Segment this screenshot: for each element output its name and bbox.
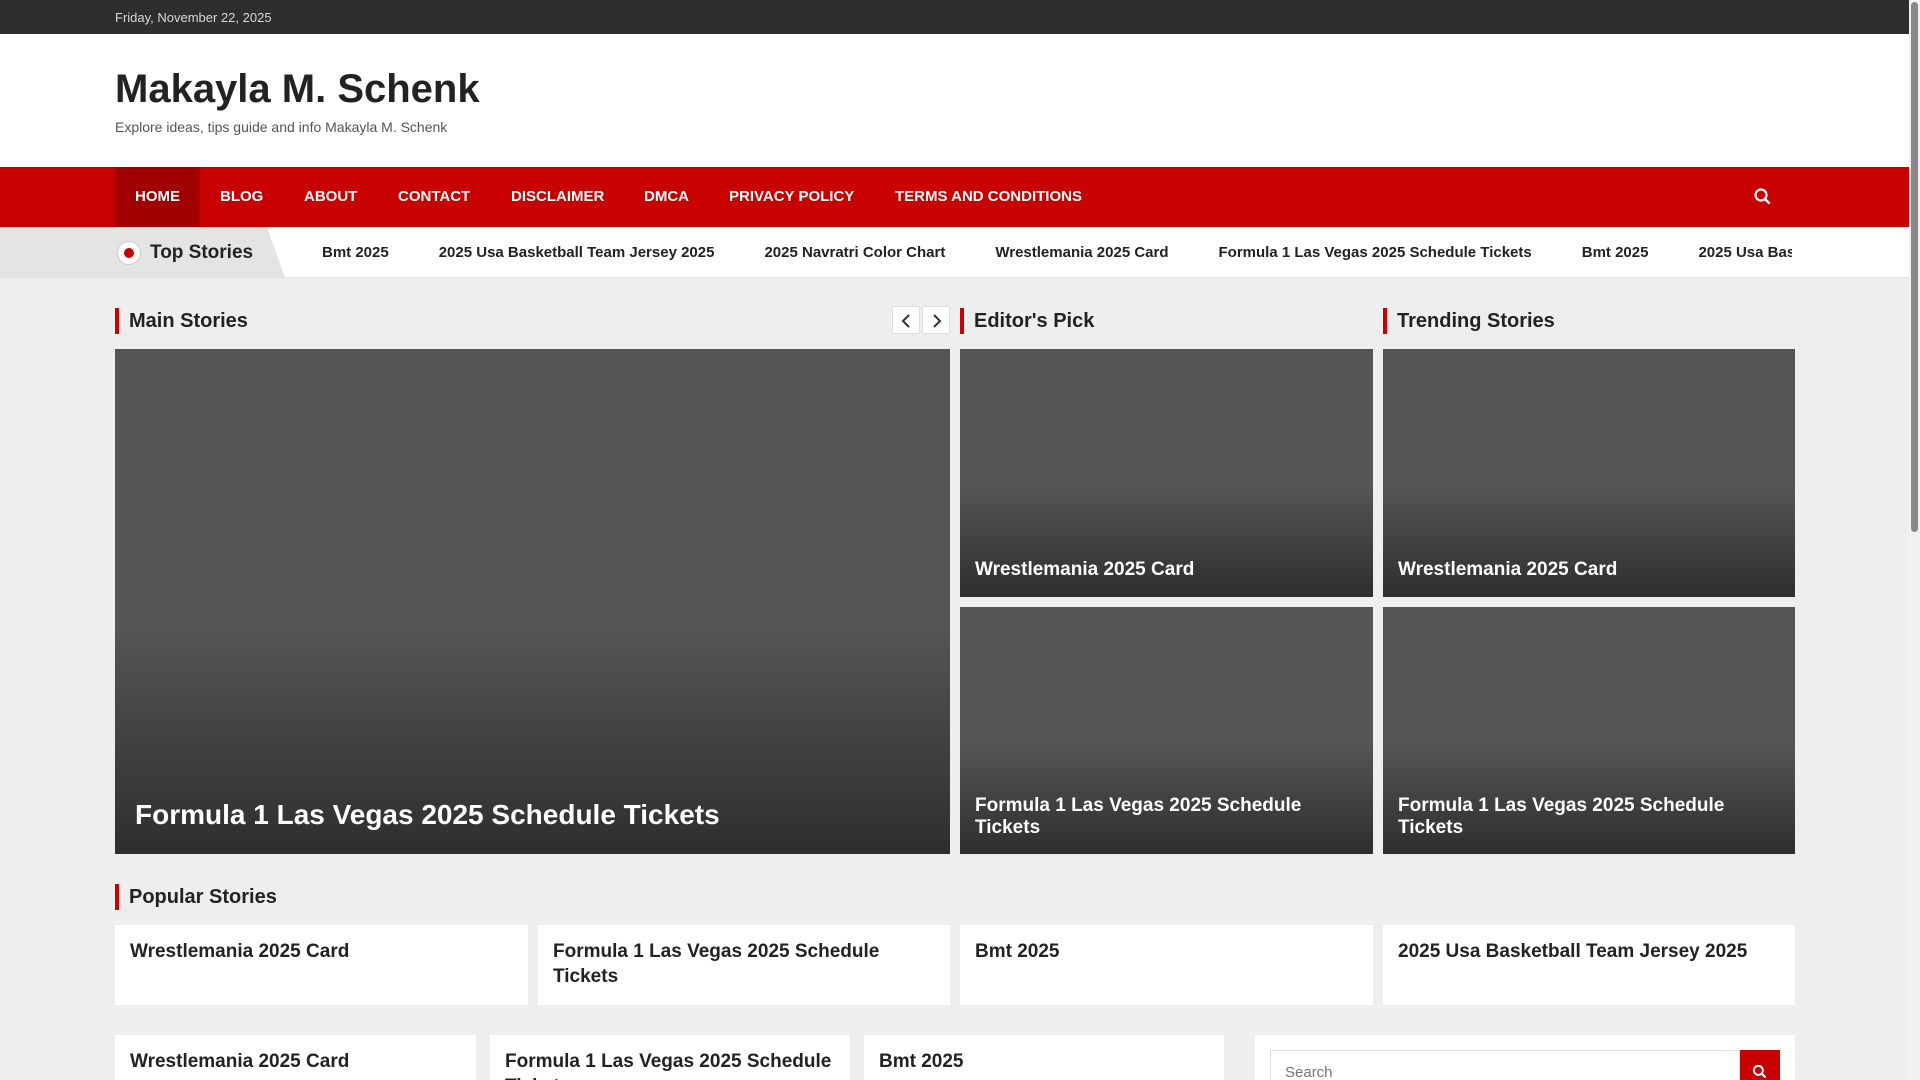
- post-title[interactable]: Bmt 2025: [879, 1049, 1209, 1074]
- popular-story-title[interactable]: Formula 1 Las Vegas 2025 Schedule Ticket…: [553, 939, 935, 989]
- chevron-right-icon: [933, 314, 942, 328]
- post-card[interactable]: Bmt 2025: [864, 1035, 1224, 1080]
- popular-story-card[interactable]: Formula 1 Las Vegas 2025 Schedule Ticket…: [538, 925, 950, 1005]
- popular-stories-heading: Popular Stories: [115, 884, 277, 910]
- nav-item-dmca[interactable]: DMCA: [624, 167, 709, 227]
- ticker-item[interactable]: 2025 Navratri Color Chart: [764, 244, 945, 261]
- search-icon: [1752, 1064, 1766, 1078]
- post-title[interactable]: Wrestlemania 2025 Card: [130, 1049, 461, 1074]
- editors-pick-title[interactable]: Wrestlemania 2025 Card: [975, 559, 1358, 581]
- editors-pick-card[interactable]: Formula 1 Las Vegas 2025 Schedule Ticket…: [960, 607, 1373, 854]
- popular-story-title[interactable]: Wrestlemania 2025 Card: [130, 939, 513, 964]
- page-scrollbar[interactable]: [1909, 0, 1920, 1080]
- trending-title[interactable]: Formula 1 Las Vegas 2025 Schedule Ticket…: [1398, 795, 1780, 839]
- chevron-left-icon: [901, 314, 910, 328]
- popular-story-card[interactable]: Wrestlemania 2025 Card: [115, 925, 528, 1005]
- ticker-item[interactable]: 2025 Usa Basketball Team Jersey 2025: [1698, 244, 1792, 261]
- post-title[interactable]: Formula 1 Las Vegas 2025 Schedule Ticket…: [505, 1049, 835, 1080]
- nav-item-privacy-policy[interactable]: PRIVACY POLICY: [709, 167, 874, 227]
- main-nav: HOME BLOG ABOUT CONTACT DISCLAIMER DMCA …: [0, 167, 1909, 227]
- trending-heading: Trending Stories: [1383, 308, 1555, 334]
- sidebar-search-button[interactable]: [1740, 1050, 1780, 1080]
- popular-story-card[interactable]: Bmt 2025: [960, 925, 1373, 1005]
- top-stories-ticker: Top Stories Bmt 2025 2025 Usa Basketball …: [0, 227, 1909, 278]
- slider-prev-button[interactable]: [892, 306, 920, 334]
- ticker-label-box: Top Stories: [0, 227, 285, 277]
- editors-pick-heading: Editor's Pick: [960, 308, 1094, 334]
- site-tagline: Explore ideas, tips guide and info Makay…: [115, 119, 448, 135]
- ticker-title: Top Stories: [150, 242, 254, 263]
- trending-card[interactable]: Wrestlemania 2025 Card: [1383, 349, 1795, 597]
- top-bar: Friday, November 22, 2025: [0, 0, 1909, 34]
- editors-pick-card[interactable]: Wrestlemania 2025 Card: [960, 349, 1373, 597]
- nav-item-blog[interactable]: BLOG: [200, 167, 283, 227]
- popular-story-title[interactable]: Bmt 2025: [975, 939, 1358, 964]
- nav-item-about[interactable]: ABOUT: [284, 167, 377, 227]
- ticker-track: Bmt 2025 2025 Usa Basketball Team Jersey …: [322, 227, 1792, 277]
- editors-pick-title[interactable]: Formula 1 Las Vegas 2025 Schedule Ticket…: [975, 795, 1358, 839]
- ticker-item[interactable]: Bmt 2025: [1582, 244, 1649, 261]
- post-card[interactable]: Formula 1 Las Vegas 2025 Schedule Ticket…: [490, 1035, 850, 1080]
- post-card[interactable]: Wrestlemania 2025 Card: [115, 1035, 476, 1080]
- scrollbar-thumb[interactable]: [1911, 2, 1918, 532]
- nav-item-terms-and-conditions[interactable]: TERMS AND CONDITIONS: [875, 167, 1102, 227]
- main-featured-card[interactable]: Formula 1 Las Vegas 2025 Schedule Ticket…: [115, 349, 950, 854]
- live-dot-icon: [117, 241, 141, 265]
- trending-card[interactable]: Formula 1 Las Vegas 2025 Schedule Ticket…: [1383, 607, 1795, 854]
- ticker-item[interactable]: Bmt 2025: [322, 244, 389, 261]
- popular-story-card[interactable]: 2025 Usa Basketball Team Jersey 2025: [1383, 925, 1795, 1005]
- ticker-item[interactable]: Formula 1 Las Vegas 2025 Schedule Ticket…: [1219, 244, 1532, 261]
- main-featured-title[interactable]: Formula 1 Las Vegas 2025 Schedule Ticket…: [135, 799, 935, 831]
- current-date: Friday, November 22, 2025: [115, 10, 272, 25]
- nav-item-disclaimer[interactable]: DISCLAIMER: [491, 167, 624, 227]
- search-icon[interactable]: [1752, 186, 1774, 208]
- nav-item-contact[interactable]: CONTACT: [378, 167, 490, 227]
- ticker-item[interactable]: Wrestlemania 2025 Card: [995, 244, 1168, 261]
- site-title[interactable]: Makayla M. Schenk: [115, 67, 480, 112]
- site-header: Makayla M. Schenk Explore ideas, tips gu…: [0, 34, 1909, 167]
- main-stories-heading: Main Stories: [115, 308, 248, 334]
- ticker-item[interactable]: 2025 Usa Basketball Team Jersey 2025: [439, 244, 715, 261]
- nav-item-home[interactable]: HOME: [115, 167, 200, 227]
- sidebar-search-input[interactable]: [1270, 1050, 1740, 1080]
- popular-story-title[interactable]: 2025 Usa Basketball Team Jersey 2025: [1398, 939, 1780, 964]
- trending-title[interactable]: Wrestlemania 2025 Card: [1398, 559, 1780, 581]
- slider-next-button[interactable]: [922, 306, 950, 334]
- sidebar-search-widget: [1255, 1035, 1795, 1080]
